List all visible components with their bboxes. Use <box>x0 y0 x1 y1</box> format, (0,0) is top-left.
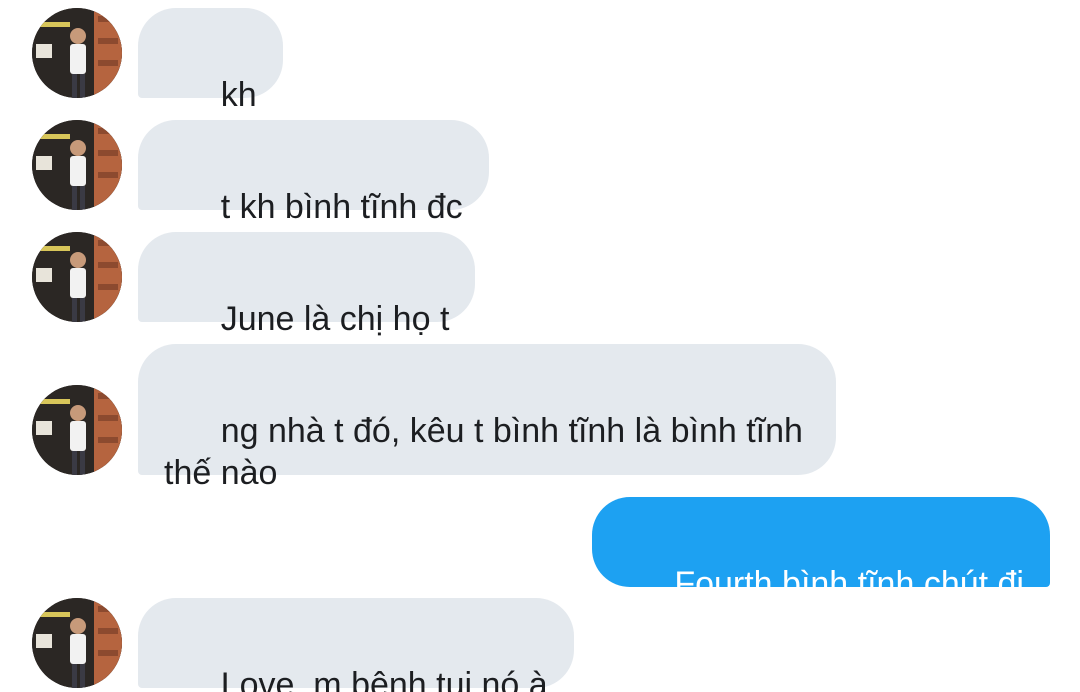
sender-avatar[interactable] <box>32 120 122 210</box>
sender-avatar[interactable] <box>32 598 122 688</box>
message-bubble-incoming[interactable]: t kh bình tĩnh đc <box>138 120 489 226</box>
message-bubble-incoming[interactable]: June là chị họ t <box>138 232 476 338</box>
message-bubble-outgoing[interactable]: Fourth bình tĩnh chút đi <box>591 497 1050 603</box>
message-text: t kh bình tĩnh đc <box>220 188 463 226</box>
message-text: Love, m bênh tụi nó à <box>220 666 548 692</box>
message-bubble-incoming[interactable]: Love, m bênh tụi nó à <box>138 598 574 692</box>
profile-photo-icon <box>32 120 122 210</box>
message-bubble-incoming[interactable]: ng nhà t đó, kêu t bình tĩnh là bình tĩn… <box>138 344 836 492</box>
message-text: kh <box>220 76 257 114</box>
sender-avatar[interactable] <box>32 8 122 98</box>
message-text: ng nhà t đó, kêu t bình tĩnh là bình tĩn… <box>164 412 803 492</box>
profile-photo-icon <box>32 8 122 98</box>
message-text: Fourth bình tĩnh chút đi <box>674 565 1024 603</box>
sender-avatar[interactable] <box>32 232 122 322</box>
profile-photo-icon <box>32 385 122 475</box>
chat-thread: kh t kh bình tĩnh đc June là chị họ t ng… <box>0 0 1080 692</box>
profile-photo-icon <box>32 598 122 688</box>
sender-avatar[interactable] <box>32 385 122 475</box>
profile-photo-icon <box>32 232 122 322</box>
message-bubble-incoming[interactable]: kh <box>138 8 283 114</box>
message-text: June là chị họ t <box>220 300 450 338</box>
